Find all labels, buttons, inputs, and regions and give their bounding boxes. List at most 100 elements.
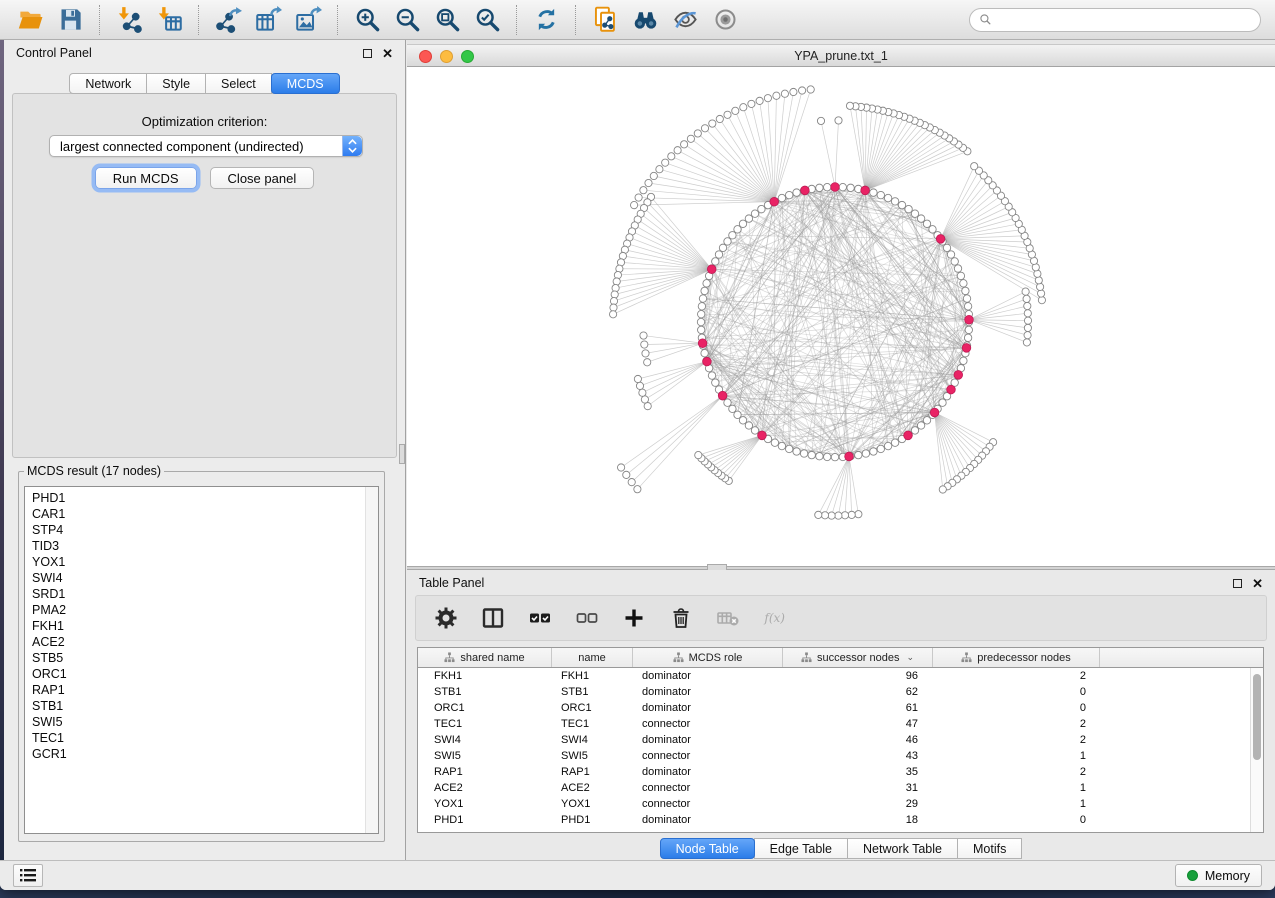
open-session-button[interactable] [10,3,50,37]
mcds-result-item[interactable]: STB5 [32,650,378,666]
float-panel-icon[interactable] [1233,579,1242,588]
memory-button[interactable]: Memory [1175,864,1262,887]
mcds-result-item[interactable]: TEC1 [32,730,378,746]
column-header[interactable]: shared name ⌄ [418,648,552,667]
table-tab[interactable]: Edge Table [754,838,848,859]
delete-column-button[interactable] [665,602,697,634]
table-row[interactable]: SWI4 SWI4 dominator 46 2 [418,732,1263,748]
run-mcds-button[interactable]: Run MCDS [95,167,197,189]
mcds-result-item[interactable]: STP4 [32,522,378,538]
task-history-button[interactable] [13,864,43,887]
mcds-result-item[interactable]: SWI4 [32,570,378,586]
cell-name: ACE2 [552,782,633,794]
optimization-criterion-select[interactable]: largest connected component (undirected) [49,135,363,157]
cell-predecessor-nodes: 2 [933,670,1100,682]
cell-successor-nodes: 46 [783,734,933,746]
close-panel-button[interactable]: Close panel [210,167,315,189]
show-all-button[interactable] [705,3,745,37]
import-network-button[interactable] [109,3,149,37]
table-tab[interactable]: Network Table [847,838,958,859]
control-panel-tab[interactable]: Select [205,73,272,94]
zoom-out-button[interactable] [387,3,427,37]
table-scrollbar[interactable] [1250,668,1263,832]
table-row[interactable]: ACE2 ACE2 connector 31 1 [418,780,1263,796]
table-tabs: Node TableEdge TableNetwork TableMotifs [407,838,1275,859]
hide-selected-button[interactable] [665,3,705,37]
scrollbar-thumb[interactable] [1253,674,1261,760]
search-all-button[interactable] [625,3,665,37]
create-column-button[interactable] [618,602,650,634]
result-scrollbar[interactable] [365,487,378,833]
search-input[interactable] [998,12,1251,28]
mcds-result-item[interactable]: YOX1 [32,554,378,570]
mcds-result-item[interactable]: STB1 [32,698,378,714]
float-panel-icon[interactable] [363,49,372,58]
network-canvas[interactable] [407,67,1275,566]
table-row[interactable]: STB1 STB1 dominator 62 0 [418,684,1263,700]
window-maximize-button[interactable] [461,50,474,63]
table-row[interactable]: SWI5 SWI5 connector 43 1 [418,748,1263,764]
table-panel-title: Table Panel [419,576,484,590]
function-builder-button[interactable]: f(x) [759,602,791,634]
table-tab[interactable]: Node Table [660,838,755,859]
cell-name: PHD1 [552,814,633,826]
table-tab[interactable]: Motifs [957,838,1022,859]
export-image-button[interactable] [288,3,328,37]
show-column-button[interactable] [477,602,509,634]
cell-successor-nodes: 18 [783,814,933,826]
table-row[interactable]: TEC1 TEC1 connector 47 2 [418,716,1263,732]
control-panel-tab[interactable]: Network [69,73,147,94]
zoom-fit-button[interactable] [427,3,467,37]
mcds-result-item[interactable]: RAP1 [32,682,378,698]
close-panel-icon[interactable]: ✕ [1252,579,1263,588]
delete-table-button[interactable] [712,602,744,634]
zoom-in-icon [354,6,381,33]
zoom-selected-button[interactable] [467,3,507,37]
window-close-button[interactable] [419,50,432,63]
clone-network-button[interactable] [585,3,625,37]
table-panel-titlebar: Table Panel ✕ [407,570,1275,596]
mcds-result-item[interactable]: TID3 [32,538,378,554]
mcds-result-item[interactable]: CAR1 [32,506,378,522]
column-header[interactable]: successor nodes ⌄ [783,648,933,667]
column-header[interactable]: MCDS role ⌄ [633,648,783,667]
desktop-edge [0,40,4,860]
control-panel-tab[interactable]: Style [146,73,206,94]
import-table-button[interactable] [149,3,189,37]
refresh-view-button[interactable] [526,3,566,37]
mcds-result-item[interactable]: SRD1 [32,586,378,602]
table-row[interactable]: PHD1 PHD1 dominator 18 0 [418,812,1263,828]
column-header[interactable]: predecessor nodes ⌄ [933,648,1100,667]
mcds-result-item[interactable]: ORC1 [32,666,378,682]
table-row[interactable]: ORC1 ORC1 dominator 61 0 [418,700,1263,716]
table-toolbar: f(x) [415,595,1267,641]
mcds-result-item[interactable]: PMA2 [32,602,378,618]
table-settings-button[interactable] [430,602,462,634]
column-header[interactable]: name ⌄ [552,648,633,667]
window-minimize-button[interactable] [440,50,453,63]
export-table-button[interactable] [248,3,288,37]
svg-text:f(x): f(x) [763,611,785,625]
export-network-button[interactable] [208,3,248,37]
mcds-result-item[interactable]: PHD1 [32,490,378,506]
unselect-all-columns-button[interactable] [571,602,603,634]
zoom-in-button[interactable] [347,3,387,37]
close-panel-icon[interactable]: ✕ [382,49,393,58]
table-header: shared name ⌄ name ⌄ MCDS role ⌄ [418,648,1263,668]
table-row[interactable]: FKH1 FKH1 dominator 96 2 [418,668,1263,684]
mcds-result-item[interactable]: SWI5 [32,714,378,730]
control-panel-tab[interactable]: MCDS [271,73,340,94]
select-all-columns-button[interactable] [524,602,556,634]
table-row[interactable]: RAP1 RAP1 dominator 35 2 [418,764,1263,780]
save-session-button[interactable] [50,3,90,37]
cell-name: SWI5 [552,750,633,762]
network-graph [407,67,1275,566]
export-table-icon [255,6,282,33]
mcds-result-item[interactable]: GCR1 [32,746,378,762]
vertical-splitter-handle[interactable] [399,444,405,464]
mcds-result-item[interactable]: FKH1 [32,618,378,634]
column-type-icon [444,652,455,663]
table-row[interactable]: YOX1 YOX1 connector 29 1 [418,796,1263,812]
network-window-titlebar[interactable]: YPA_prune.txt_1 [407,44,1275,67]
mcds-result-item[interactable]: ACE2 [32,634,378,650]
